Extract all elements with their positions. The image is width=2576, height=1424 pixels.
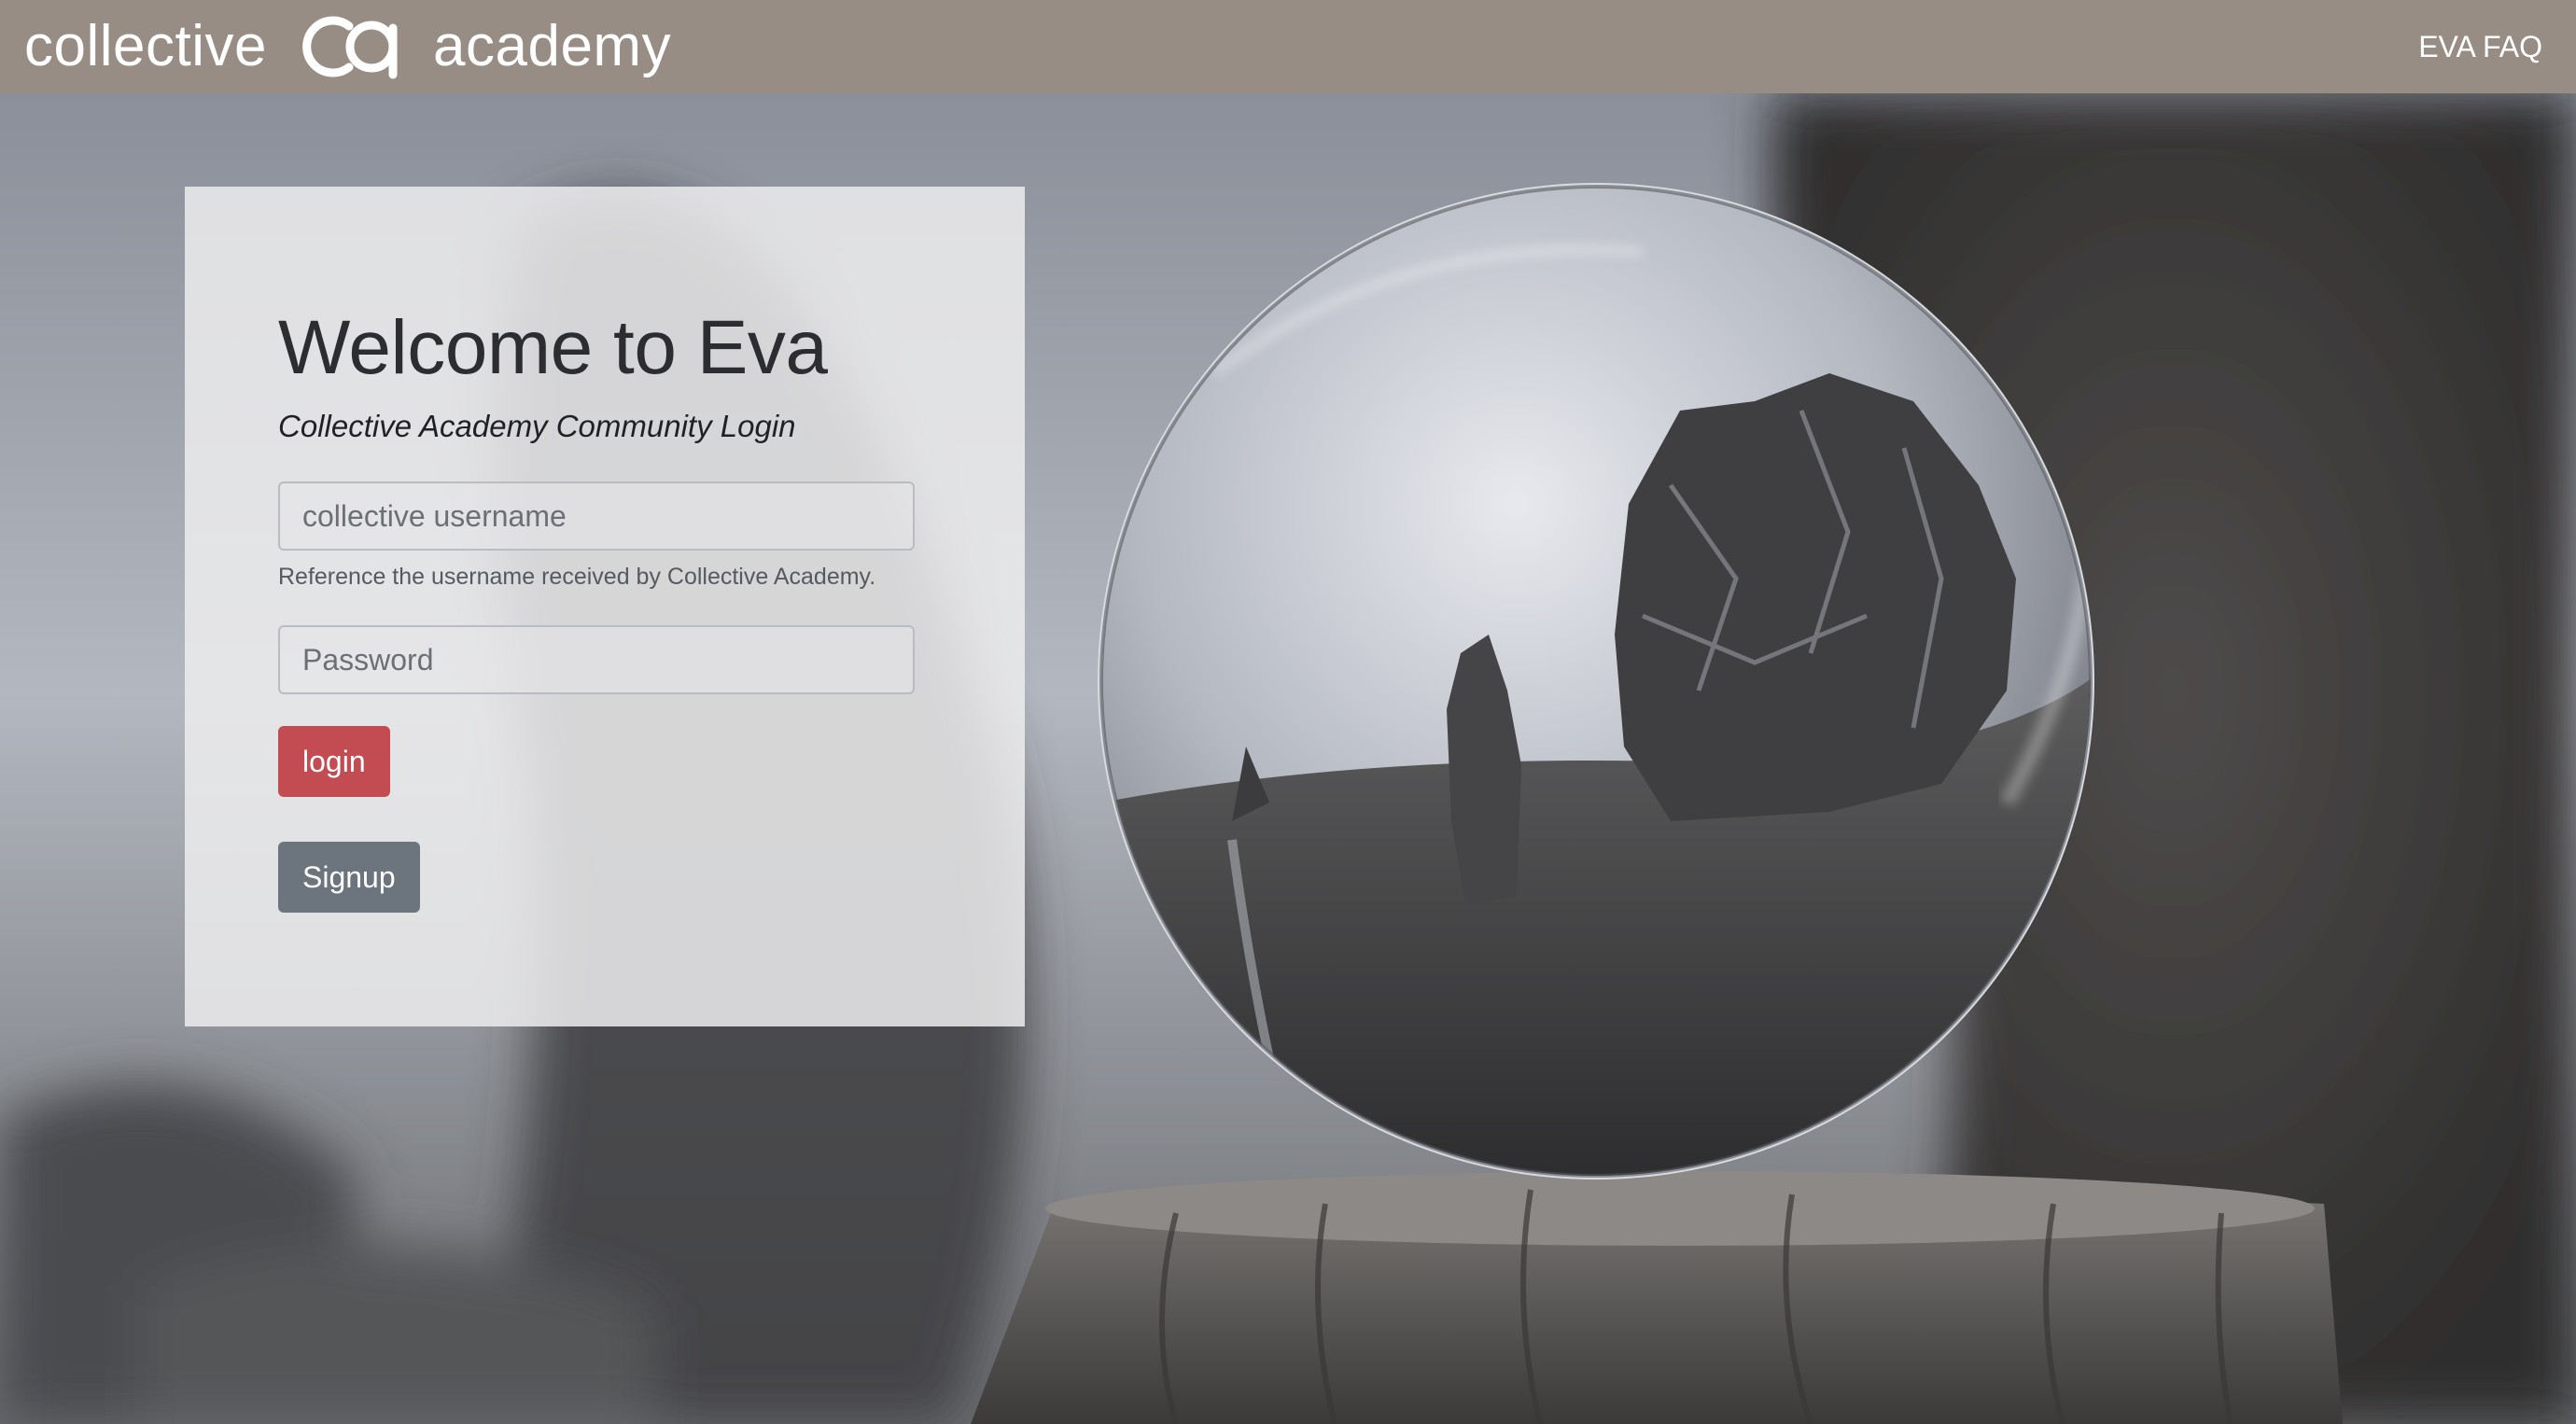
login-subtitle: Collective Academy Community Login xyxy=(278,409,796,443)
username-help-text: Reference the username received by Colle… xyxy=(278,564,876,590)
collective-academy-logo-icon xyxy=(302,16,398,79)
password-input[interactable] xyxy=(278,625,915,694)
top-navbar: collective academy EVA FAQ xyxy=(0,0,2576,93)
login-card: Welcome to Eva Collective Academy Commun… xyxy=(185,187,1025,1026)
login-button[interactable]: login xyxy=(278,726,390,797)
signup-button[interactable]: Signup xyxy=(278,842,420,913)
eva-faq-link[interactable]: EVA FAQ xyxy=(2418,28,2542,65)
brand-word-collective: collective xyxy=(24,14,267,78)
brand-word-academy: academy xyxy=(433,14,672,78)
brand-logo-link[interactable]: collective academy xyxy=(24,9,671,84)
page-title: Welcome to Eva xyxy=(278,305,828,390)
username-input[interactable] xyxy=(278,482,915,551)
